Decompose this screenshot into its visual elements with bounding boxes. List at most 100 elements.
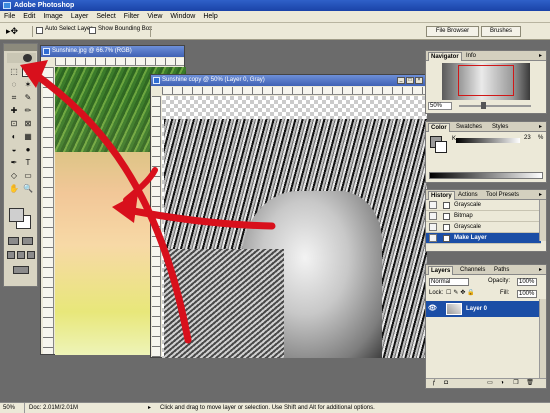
tab-navigator[interactable]: Navigator bbox=[428, 52, 462, 61]
tab-color[interactable]: Color bbox=[428, 123, 450, 132]
layer-name[interactable]: Layer 0 bbox=[466, 306, 487, 312]
history-item[interactable]: Grayscale bbox=[426, 200, 541, 211]
move-tool-icon[interactable]: ▸✥ bbox=[6, 26, 18, 37]
layer-mask-icon[interactable]: ◘ bbox=[442, 380, 450, 387]
new-layer-icon[interactable]: ❐ bbox=[512, 380, 520, 387]
brush-tool-icon[interactable]: ✏ bbox=[22, 105, 34, 116]
tab-channels[interactable]: Channels bbox=[458, 266, 487, 274]
panel-menu-icon[interactable]: ▸ bbox=[537, 191, 544, 199]
magic-wand-tool-icon[interactable]: ✶ bbox=[22, 79, 34, 90]
lock-icons[interactable]: ☐✎✥🔒 bbox=[446, 289, 477, 296]
opacity-field[interactable]: 100% bbox=[517, 278, 537, 286]
standard-mode-icon[interactable] bbox=[8, 237, 19, 245]
document-title-bar[interactable]: Sunshine.jpg @ 66.7% (RGB) bbox=[41, 46, 184, 57]
healing-brush-tool-icon[interactable]: ✚ bbox=[8, 105, 20, 116]
history-item[interactable]: Bitmap bbox=[426, 211, 541, 222]
tab-layers[interactable]: Layers bbox=[428, 266, 454, 275]
dodge-tool-icon[interactable]: ● bbox=[22, 144, 34, 155]
file-browser-tab[interactable]: File Browser bbox=[426, 26, 479, 37]
history-brush-tool-icon[interactable]: ⊠ bbox=[22, 118, 34, 129]
panel-menu-icon[interactable]: ▸ bbox=[537, 266, 544, 274]
blend-mode-select[interactable]: Normal bbox=[429, 278, 469, 286]
eraser-tool-icon[interactable]: ◐ bbox=[8, 131, 20, 142]
image-canvas[interactable] bbox=[162, 96, 427, 358]
tab-tool-presets[interactable]: Tool Presets bbox=[484, 191, 521, 199]
history-brush-source-icon[interactable] bbox=[429, 212, 437, 220]
history-brush-source-icon[interactable] bbox=[429, 223, 437, 231]
panel-menu-icon[interactable]: ▸ bbox=[537, 123, 544, 131]
status-arrow-icon[interactable]: ▸ bbox=[148, 403, 154, 413]
color-background-swatch[interactable] bbox=[435, 141, 447, 153]
menu-image[interactable]: Image bbox=[39, 11, 66, 23]
menu-select[interactable]: Select bbox=[92, 11, 119, 23]
tab-swatches[interactable]: Swatches bbox=[454, 123, 484, 131]
layer-style-icon[interactable]: ƒ bbox=[430, 380, 438, 387]
new-set-icon[interactable]: ▭ bbox=[486, 380, 494, 387]
photoshop-eye-logo[interactable] bbox=[7, 53, 36, 63]
shape-tool-icon[interactable]: ▭ bbox=[22, 170, 34, 181]
menu-edit[interactable]: Edit bbox=[19, 11, 39, 23]
maximize-button[interactable]: □ bbox=[406, 77, 414, 84]
history-brush-source-icon[interactable] bbox=[429, 234, 437, 242]
history-item-active[interactable]: Make Layer bbox=[426, 233, 541, 244]
zoom-tool-icon[interactable]: 🔍 bbox=[22, 183, 34, 194]
hand-tool-icon[interactable]: ✋ bbox=[8, 183, 20, 194]
marquee-tool-icon[interactable]: ⬚ bbox=[8, 66, 20, 77]
channel-slider[interactable] bbox=[456, 138, 520, 143]
color-ramp[interactable] bbox=[429, 172, 543, 179]
slice-tool-icon[interactable]: ✎ bbox=[22, 92, 34, 103]
clone-stamp-tool-icon[interactable]: ⊡ bbox=[8, 118, 20, 129]
pen-tool-icon[interactable]: ◇ bbox=[8, 170, 20, 181]
navigator-tabs: Navigator Info ▸ bbox=[426, 51, 546, 61]
auto-select-layer-checkbox[interactable] bbox=[36, 27, 43, 34]
menu-filter[interactable]: Filter bbox=[120, 11, 144, 23]
minimize-button[interactable]: _ bbox=[397, 77, 405, 84]
app-title-bar[interactable]: Adobe Photoshop bbox=[0, 0, 550, 11]
channel-value[interactable]: 23 bbox=[524, 135, 531, 141]
standard-screen-mode-icon[interactable] bbox=[7, 251, 15, 259]
menu-layer[interactable]: Layer bbox=[67, 11, 93, 23]
history-item[interactable]: Grayscale bbox=[426, 222, 541, 233]
foreground-color-swatch[interactable] bbox=[9, 208, 24, 222]
crop-tool-icon[interactable]: ⌗ bbox=[8, 92, 20, 103]
show-bounding-box-checkbox[interactable] bbox=[89, 27, 96, 34]
type-tool-icon[interactable]: T bbox=[22, 157, 34, 168]
gradient-tool-icon[interactable]: ▦ bbox=[22, 131, 34, 142]
toolbox-header[interactable] bbox=[4, 44, 37, 51]
tab-actions[interactable]: Actions bbox=[456, 191, 480, 199]
lasso-tool-icon[interactable]: ◌ bbox=[8, 79, 20, 90]
layer-visibility-eye-icon[interactable]: 👁 bbox=[428, 304, 437, 313]
move-tool-icon[interactable]: ➤ bbox=[22, 66, 34, 77]
panel-menu-icon[interactable]: ▸ bbox=[537, 52, 544, 60]
full-screen-mode-icon[interactable] bbox=[27, 251, 35, 259]
fill-field[interactable]: 100% bbox=[517, 290, 537, 298]
jump-to-imageready-icon[interactable] bbox=[13, 266, 29, 274]
close-button[interactable]: × bbox=[415, 77, 423, 84]
navigator-zoom-field[interactable]: 50% bbox=[428, 102, 452, 110]
tab-paths[interactable]: Paths bbox=[492, 266, 511, 274]
menu-file[interactable]: File bbox=[0, 11, 19, 23]
layers-scrollbar[interactable] bbox=[539, 299, 546, 378]
history-scrollbar[interactable] bbox=[539, 200, 546, 241]
blur-tool-icon[interactable]: ◒ bbox=[8, 144, 20, 155]
status-zoom[interactable]: 50% bbox=[3, 403, 25, 413]
navigator-view-box[interactable] bbox=[458, 65, 514, 96]
path-selection-tool-icon[interactable]: ✒ bbox=[8, 157, 20, 168]
tab-styles[interactable]: Styles bbox=[490, 123, 510, 131]
menu-view[interactable]: View bbox=[143, 11, 166, 23]
quick-mask-mode-icon[interactable] bbox=[22, 237, 33, 245]
history-brush-source-icon[interactable] bbox=[429, 201, 437, 209]
adjustment-layer-icon[interactable]: ◑ bbox=[498, 380, 506, 387]
menu-window[interactable]: Window bbox=[166, 11, 199, 23]
full-screen-menu-mode-icon[interactable] bbox=[17, 251, 25, 259]
tab-info[interactable]: Info bbox=[464, 52, 478, 60]
layer-row[interactable]: 👁 Layer 0 bbox=[426, 301, 541, 317]
menu-help[interactable]: Help bbox=[199, 11, 221, 23]
trash-icon[interactable]: 🗑 bbox=[526, 380, 534, 387]
tab-history[interactable]: History bbox=[428, 191, 455, 200]
slider-knob[interactable] bbox=[481, 102, 486, 109]
status-doc-size[interactable]: Doc: 2.01M/2.01M bbox=[29, 403, 78, 413]
navigator-zoom-slider[interactable] bbox=[459, 102, 531, 109]
brushes-tab[interactable]: Brushes bbox=[481, 26, 521, 37]
document-title-bar[interactable]: Sunshine copy @ 50% (Layer 0, Gray) _ □ … bbox=[151, 75, 425, 86]
